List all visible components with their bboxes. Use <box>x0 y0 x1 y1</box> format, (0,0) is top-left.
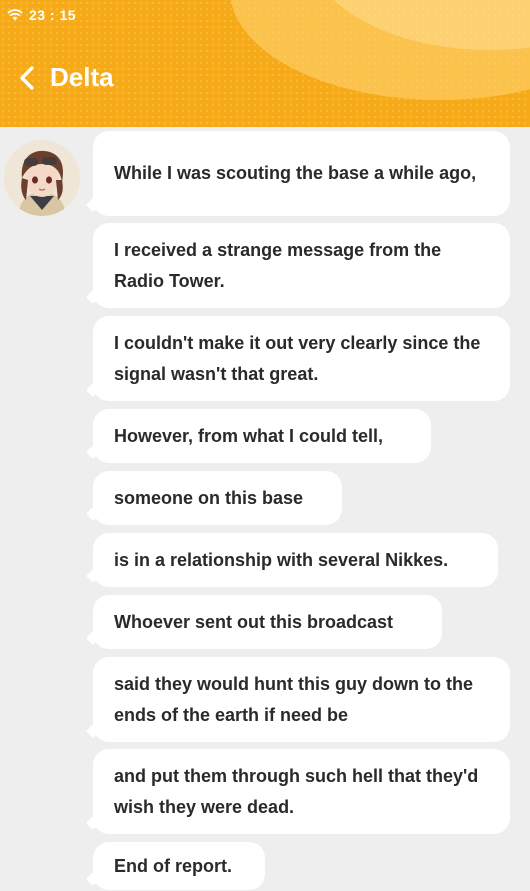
message-text: However, from what I could tell, <box>114 425 384 446</box>
bubble-tail <box>85 197 101 213</box>
status-time: 23 : 15 <box>29 7 77 23</box>
bubble-tail <box>85 444 101 460</box>
message-text: someone on this base <box>114 487 304 508</box>
wifi-icon <box>7 9 23 21</box>
status-bar: 23 : 15 <box>7 7 76 23</box>
message-bubble: End of report. <box>85 842 265 890</box>
message-bubble: I couldn't make it out very clearly sinc… <box>85 316 510 401</box>
back-chevron-icon[interactable] <box>16 64 38 92</box>
message-bubble: someone on this base <box>85 471 342 525</box>
message-text: Whoever sent out this broadcast <box>114 611 394 632</box>
bubble-tail <box>85 871 101 887</box>
bubble-tail <box>85 382 101 398</box>
bubble-tail <box>85 568 101 584</box>
contact-name: Delta <box>50 62 114 92</box>
bubble-tail <box>85 289 101 305</box>
bubble-tail <box>85 723 101 739</box>
contact-avatar[interactable] <box>4 140 80 216</box>
message-text: I received a strange message from the Ra… <box>114 239 442 291</box>
message-bubble: I received a strange message from the Ra… <box>85 223 510 308</box>
bubble-tail <box>85 815 101 831</box>
bubble-tail <box>85 630 101 646</box>
avatar-portrait <box>4 140 80 216</box>
message-text: is in a relationship with several Nikkes… <box>114 549 449 570</box>
message-bubble: However, from what I could tell, <box>85 409 431 463</box>
message-bubble: Whoever sent out this broadcast <box>85 595 442 649</box>
message-bubble: While I was scouting the base a while ag… <box>85 131 510 216</box>
bubble-tail <box>85 506 101 522</box>
chat-header: 23 : 15 Delta <box>0 0 530 127</box>
message-bubble: and put them through such hell that they… <box>85 749 510 834</box>
message-text: and put them through such hell that they… <box>114 765 479 817</box>
message-bubble: is in a relationship with several Nikkes… <box>85 533 498 587</box>
message-text: End of report. <box>114 855 232 876</box>
message-text: said they would hunt this guy down to th… <box>114 673 473 725</box>
message-text: While I was scouting the base a while ag… <box>114 163 477 183</box>
message-bubble: said they would hunt this guy down to th… <box>85 657 510 742</box>
message-text: I couldn't make it out very clearly sinc… <box>114 332 481 384</box>
